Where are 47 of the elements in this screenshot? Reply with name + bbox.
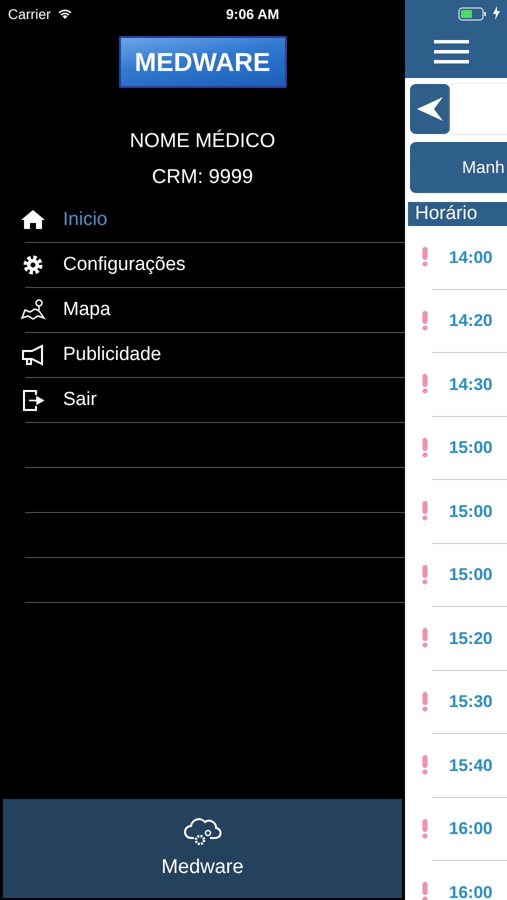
time-slot[interactable]: 15:30: [449, 689, 492, 714]
time-slot[interactable]: 16:00: [449, 816, 492, 842]
menu-item[interactable]: Configurações: [25, 243, 405, 288]
alert-icon: [421, 438, 429, 458]
time-slot[interactable]: 15:40: [449, 752, 492, 778]
time-slot[interactable]: 14:00: [449, 244, 492, 270]
menu-item[interactable]: Sair: [25, 378, 405, 423]
doctor-name: NOME MÉDICO: [128, 128, 276, 154]
home-icon: [20, 208, 46, 232]
footer-label: Medware: [161, 854, 244, 880]
megaphone-icon: [20, 343, 46, 367]
footer-bar[interactable]: Medware: [3, 799, 402, 898]
menu-item[interactable]: Inicio: [25, 198, 405, 243]
menu-icon[interactable]: [434, 40, 469, 64]
time-slot[interactable]: 15:00: [449, 435, 492, 460]
alert-icon: [421, 374, 429, 394]
alert-icon: [421, 247, 429, 268]
wifi-icon: [56, 8, 73, 20]
alert-icon: [421, 310, 429, 331]
period-button[interactable]: Manh: [410, 142, 507, 193]
back-button[interactable]: [410, 84, 450, 134]
alert-icon: [421, 818, 429, 839]
crm-number: CRM: 9999: [150, 165, 254, 190]
cloud-gear-icon: [182, 816, 222, 848]
date-field[interactable]: [450, 84, 507, 134]
alert-icon: [421, 501, 429, 522]
alert-icon: [421, 564, 429, 585]
exit-icon: [20, 388, 46, 412]
time-slot[interactable]: 15:00: [449, 498, 492, 524]
time-slot[interactable]: 14:20: [449, 308, 492, 334]
back-arrow-icon: [417, 97, 443, 121]
time-slot[interactable]: 15:00: [449, 562, 492, 588]
menu-item[interactable]: Publicidade: [25, 333, 405, 378]
logo: MEDWARE: [118, 36, 286, 88]
clock-label: 9:06 AM: [226, 4, 280, 24]
charging-icon: [493, 6, 500, 20]
time-slot[interactable]: 15:20: [449, 626, 492, 651]
column-header: Horário: [408, 202, 507, 226]
alert-icon: [421, 628, 429, 648]
map-pin-icon: [20, 298, 46, 322]
alert-icon: [421, 692, 429, 712]
time-slot[interactable]: 16:00: [449, 880, 492, 900]
carrier-label: Carrier: [8, 4, 51, 24]
time-slot[interactable]: 14:30: [449, 372, 492, 397]
alert-icon: [421, 755, 429, 776]
alert-icon: [421, 882, 429, 900]
menu-item[interactable]: Mapa: [25, 288, 405, 333]
